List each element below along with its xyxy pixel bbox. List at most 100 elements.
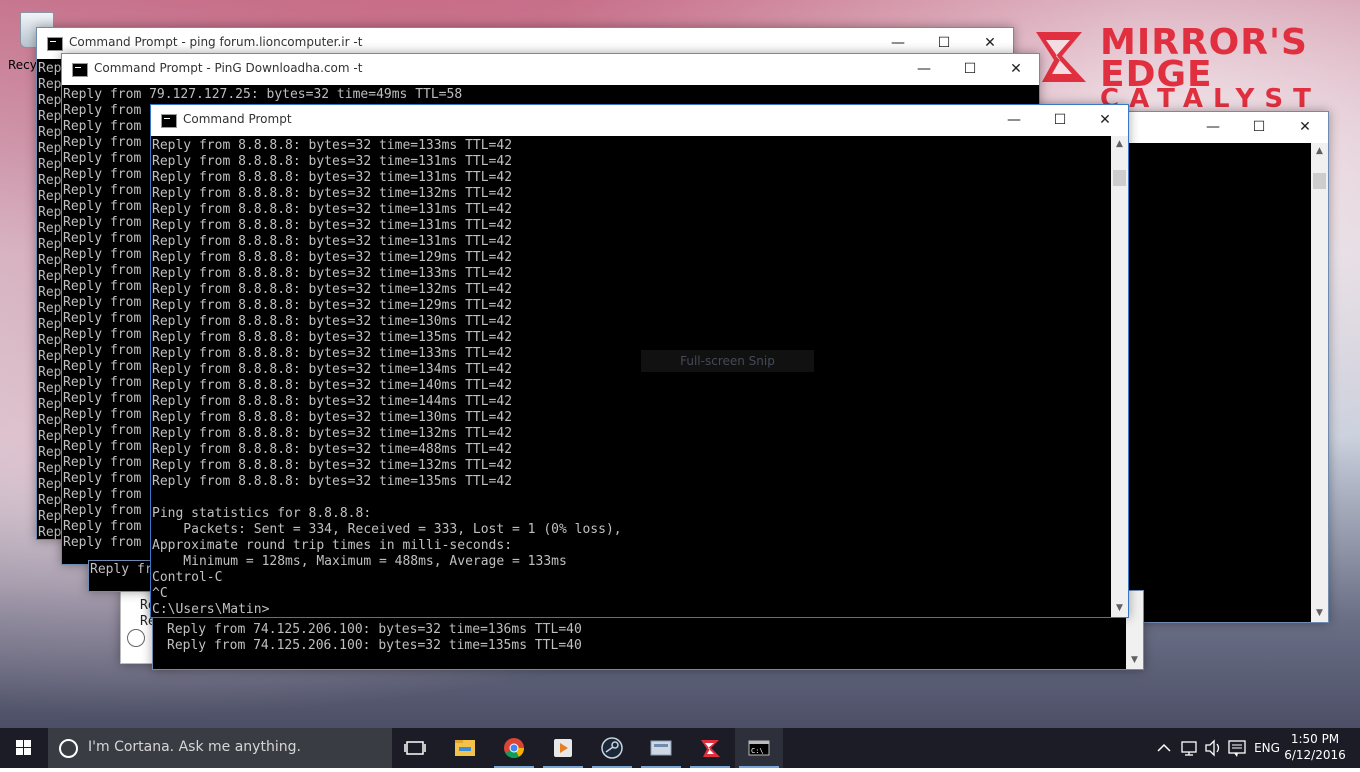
network-tool-button[interactable] bbox=[637, 728, 685, 768]
desktop: Recyc MIRROR'S EDGE CATALYST ReRep — ☐ ✕… bbox=[0, 0, 1360, 728]
console-line: Control-C bbox=[152, 570, 223, 585]
console-line: Reply from 8.8.8.8: bytes=32 time=132ms … bbox=[152, 458, 513, 473]
vertical-scrollbar[interactable]: ▲ ▼ bbox=[1311, 143, 1328, 622]
console-line: Reply from 8.8.8.8: bytes=32 time=140ms … bbox=[152, 378, 513, 393]
console-line: Reply from 8.8.8.8: bytes=32 time=135ms … bbox=[152, 474, 513, 489]
chrome-icon bbox=[504, 738, 525, 759]
command-prompt-icon bbox=[161, 114, 177, 128]
vertical-scrollbar[interactable]: ▲ ▼ bbox=[1111, 136, 1128, 617]
taskbar: I'm Cortana. Ask me anything. C:\ ENG 1:… bbox=[0, 728, 1360, 768]
mirrors-edge-logo-icon bbox=[1036, 32, 1086, 82]
clock-icon bbox=[127, 629, 145, 647]
console-line: Reply from 74.125.206.100: bytes=32 time… bbox=[167, 638, 582, 653]
cortana-icon bbox=[59, 739, 78, 758]
window-title: Command Prompt bbox=[183, 112, 292, 126]
steam-button[interactable] bbox=[588, 728, 636, 768]
console-line: Reply from 8.8.8.8: bytes=32 time=130ms … bbox=[152, 314, 513, 329]
console-line: ^C bbox=[152, 586, 168, 601]
console-line: Reply from 8.8.8.8: bytes=32 time=135ms … bbox=[152, 330, 513, 345]
window-cmd-main-output[interactable]: Reply from 8.8.8.8: bytes=32 time=133ms … bbox=[151, 137, 1111, 617]
svg-text:C:\: C:\ bbox=[751, 747, 764, 755]
media-player-icon bbox=[554, 739, 572, 757]
window-cmd-main[interactable]: Command Prompt — ☐ ✕ Reply from 8.8.8.8:… bbox=[150, 104, 1129, 618]
scroll-down-icon[interactable]: ▼ bbox=[1126, 652, 1143, 669]
close-button[interactable]: ✕ bbox=[993, 54, 1039, 85]
console-line: Reply from 8.8.8.8: bytes=32 time=144ms … bbox=[152, 394, 513, 409]
cortana-search-box[interactable]: I'm Cortana. Ask me anything. bbox=[48, 728, 392, 768]
console-line: Reply from 8.8.8.8: bytes=32 time=132ms … bbox=[152, 186, 513, 201]
input-language-button[interactable]: ENG bbox=[1252, 728, 1282, 768]
command-prompt-button[interactable]: C:\ bbox=[735, 728, 783, 768]
minimize-button[interactable]: — bbox=[991, 105, 1037, 136]
scroll-down-icon[interactable]: ▼ bbox=[1311, 605, 1328, 622]
minimize-button[interactable]: — bbox=[1190, 112, 1236, 143]
notification-icon bbox=[1228, 740, 1246, 757]
volume-tray-button[interactable] bbox=[1202, 728, 1224, 768]
action-center-button[interactable] bbox=[1226, 728, 1248, 768]
maximize-button[interactable]: ☐ bbox=[1037, 105, 1083, 136]
file-explorer-button[interactable] bbox=[441, 728, 489, 768]
console-line: Approximate round trip times in milli-se… bbox=[152, 538, 513, 553]
maximize-button[interactable]: ☐ bbox=[1236, 112, 1282, 143]
scroll-thumb[interactable] bbox=[1313, 173, 1326, 189]
network-icon bbox=[1181, 741, 1197, 756]
console-line: Reply from 8.8.8.8: bytes=32 time=132ms … bbox=[152, 426, 513, 441]
command-prompt-icon bbox=[47, 37, 63, 51]
window-title: Command Prompt - ping forum.lioncomputer… bbox=[69, 35, 363, 49]
wallpaper-logo: MIRROR'S EDGE CATALYST bbox=[1032, 22, 1342, 114]
console-line: Reply from 8.8.8.8: bytes=32 time=133ms … bbox=[152, 266, 513, 281]
mirrors-edge-icon bbox=[701, 740, 720, 757]
close-button[interactable]: ✕ bbox=[1082, 105, 1128, 136]
taskbar-clock[interactable]: 1:50 PM 6/12/2016 bbox=[1280, 731, 1350, 763]
console-line: Reply from 8.8.8.8: bytes=32 time=131ms … bbox=[152, 170, 513, 185]
steam-icon bbox=[601, 737, 623, 759]
console-line: Reply from 8.8.8.8: bytes=32 time=132ms … bbox=[152, 282, 513, 297]
maximize-button[interactable]: ☐ bbox=[947, 54, 993, 85]
start-button[interactable] bbox=[0, 728, 48, 768]
console-line: Reply from 8.8.8.8: bytes=32 time=131ms … bbox=[152, 202, 513, 217]
command-prompt-icon: C:\ bbox=[748, 740, 770, 756]
console-line: Reply from 8.8.8.8: bytes=32 time=131ms … bbox=[152, 154, 513, 169]
folder-icon bbox=[455, 740, 475, 756]
minimize-button[interactable]: — bbox=[901, 54, 947, 85]
window-cmd-fragment-output: Reply from bbox=[90, 562, 159, 577]
console-line: Reply from 79.127.127.25: bytes=32 time=… bbox=[63, 87, 463, 102]
console-line: Reply from 8.8.8.8: bytes=32 time=130ms … bbox=[152, 410, 513, 425]
mirrors-edge-button[interactable] bbox=[686, 728, 734, 768]
task-view-button[interactable] bbox=[392, 728, 440, 768]
chevron-up-icon bbox=[1157, 743, 1171, 752]
network-tool-icon bbox=[650, 740, 672, 756]
snip-tooltip: Full-screen Snip bbox=[641, 350, 814, 372]
clock-time: 1:50 PM bbox=[1290, 732, 1340, 746]
console-line: Reply from 74.125.206.100: bytes=32 time… bbox=[167, 622, 582, 637]
clock-date: 6/12/2016 bbox=[1284, 748, 1346, 762]
network-tray-button[interactable] bbox=[1178, 728, 1200, 768]
scroll-thumb[interactable] bbox=[1113, 170, 1126, 186]
show-hidden-icons-button[interactable] bbox=[1154, 728, 1174, 768]
window-cmd-main-titlebar[interactable]: Command Prompt — ☐ ✕ bbox=[151, 105, 1128, 136]
window-cmd-downloadha-titlebar[interactable]: Command Prompt - PinG Downloadha.com -t … bbox=[62, 54, 1039, 85]
console-line: Reply from 8.8.8.8: bytes=32 time=134ms … bbox=[152, 362, 513, 377]
console-line: Reply from 8.8.8.8: bytes=32 time=129ms … bbox=[152, 250, 513, 265]
console-line: Minimum = 128ms, Maximum = 488ms, Averag… bbox=[152, 554, 567, 569]
console-line: Reply from 8.8.8.8: bytes=32 time=131ms … bbox=[152, 218, 513, 233]
window-cmd-bottom-output: Reply from 74.125.206.100: bytes=32 time… bbox=[166, 621, 1126, 669]
volume-icon bbox=[1205, 739, 1220, 757]
task-view-icon bbox=[404, 741, 426, 755]
media-player-button[interactable] bbox=[539, 728, 587, 768]
command-prompt-icon bbox=[72, 63, 88, 77]
chrome-button[interactable] bbox=[490, 728, 538, 768]
cortana-placeholder: I'm Cortana. Ask me anything. bbox=[88, 739, 301, 755]
wallpaper-title-line3: CATALYST bbox=[1100, 84, 1321, 114]
console-line: Reply from 8.8.8.8: bytes=32 time=133ms … bbox=[152, 138, 513, 153]
window-title: Command Prompt - PinG Downloadha.com -t bbox=[94, 61, 363, 75]
scroll-down-icon[interactable]: ▼ bbox=[1111, 600, 1128, 617]
console-line: Ping statistics for 8.8.8.8: bbox=[152, 506, 372, 521]
console-line: Packets: Sent = 334, Received = 333, Los… bbox=[152, 522, 622, 537]
scroll-up-icon[interactable]: ▲ bbox=[1111, 136, 1128, 153]
console-line: Reply from 8.8.8.8: bytes=32 time=131ms … bbox=[152, 234, 513, 249]
scroll-up-icon[interactable]: ▲ bbox=[1311, 143, 1328, 160]
console-line: Reply from 8.8.8.8: bytes=32 time=488ms … bbox=[152, 442, 513, 457]
close-button[interactable]: ✕ bbox=[1282, 112, 1328, 143]
